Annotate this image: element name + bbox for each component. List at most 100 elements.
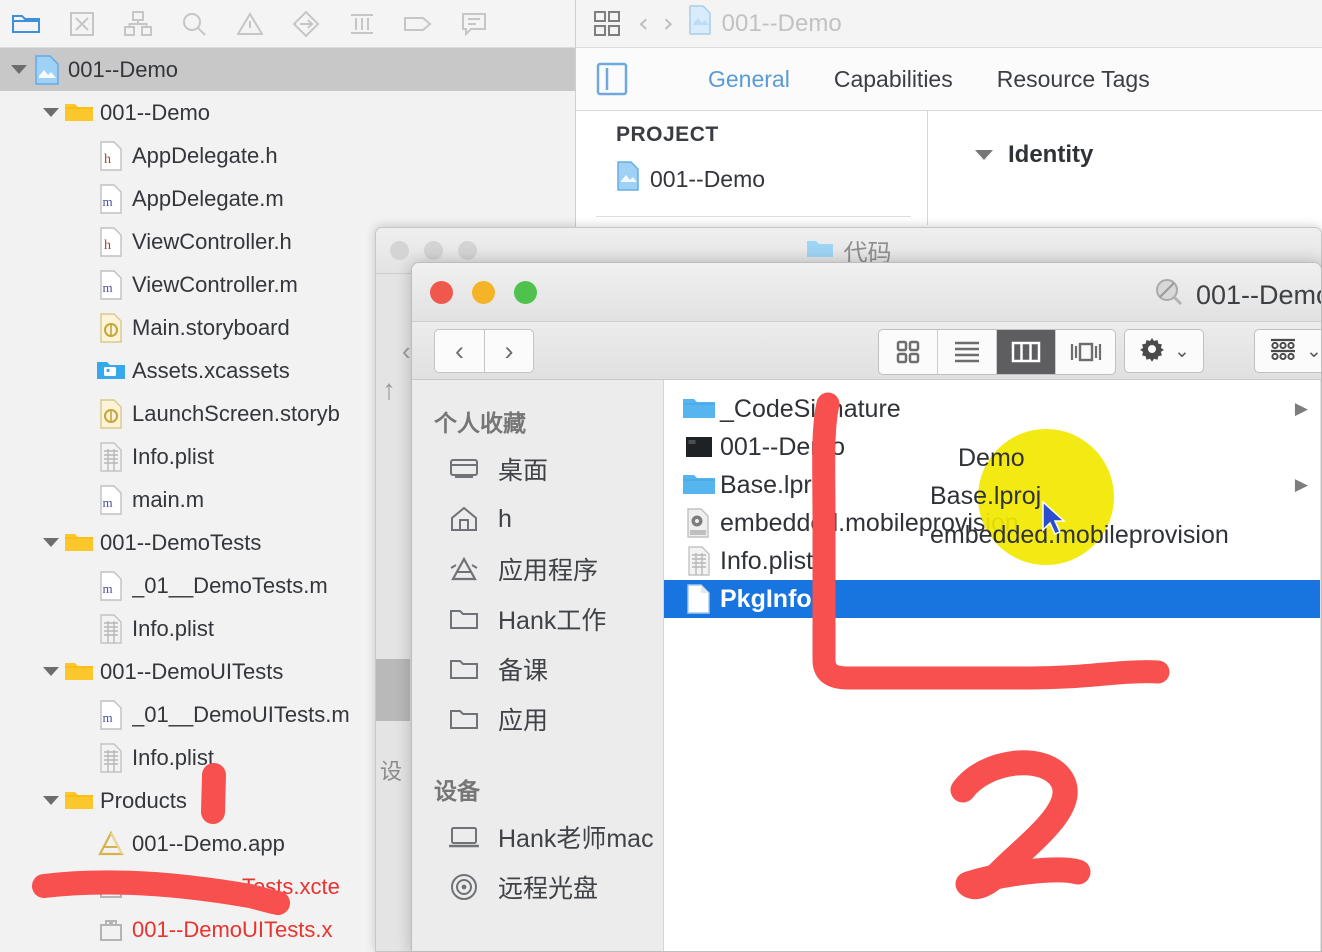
background-back-chevron[interactable]: ‹ [402,336,411,367]
background-traffic-lights[interactable] [390,241,477,260]
svg-text:m: m [103,194,113,209]
column-view-button[interactable] [997,330,1056,374]
navigator-selector-bar [0,0,575,48]
minimize-button[interactable] [472,281,495,304]
debug-navigator-icon[interactable] [344,8,380,40]
source-file-icon: m [96,699,126,730]
finder-column-view[interactable]: _CodeSignature ▶ 001--Demo Base.lproj ▶ embed… [664,380,1321,951]
svg-text:m: m [103,581,113,596]
project-navigator-icon[interactable] [8,8,44,40]
sidebar-item[interactable]: Hank工作 [412,594,663,644]
identity-section-header[interactable]: Identity [974,141,1322,169]
arrange-menu-button[interactable]: ⌄ [1254,329,1321,373]
action-menu-button[interactable]: ⌄ [1124,329,1204,373]
tree-row[interactable]: 001--Demo [0,48,575,91]
xcode-project-icon [32,54,62,85]
file-list-item[interactable]: Base.lproj ▶ [664,466,1320,504]
icon-view-button[interactable] [879,330,938,374]
sidebar-section-heading: 设备 [434,778,480,804]
traffic-lights[interactable] [430,281,537,304]
sidebar-item[interactable]: h [412,494,663,544]
find-navigator-icon[interactable] [176,8,212,40]
sidebar-item-label: 远程光盘 [498,875,599,903]
chevron-down-icon[interactable] [38,665,64,678]
tree-row-label: 001--DemoTests.xcte [132,873,340,899]
chevron-down-icon[interactable] [38,536,64,549]
test-navigator-icon[interactable] [400,8,436,40]
report-navigator-icon[interactable] [456,8,492,40]
header-file-icon: h [96,140,126,171]
source-file-icon: m [96,269,126,300]
sidebar-item[interactable]: 远程光盘 [412,862,663,912]
file-list-item[interactable]: embedded.mobileprovision [664,504,1320,542]
file-list-item[interactable]: Info.plist [664,542,1320,580]
sidebar-item-label: 应用程序 [498,557,599,585]
background-up-arrow-icon: ↑ [382,374,396,405]
project-list-item-label: 001--Demo [650,165,766,192]
sidebar-item[interactable]: 备课 [412,644,663,694]
tree-row-label: Assets.xcassets [132,357,290,383]
project-section-heading: PROJECT [616,123,719,146]
svg-text:m: m [103,710,113,725]
project-editor-toggle-icon[interactable] [590,59,634,99]
tree-row-label: _01__DemoTests.m [132,572,328,598]
tree-row[interactable]: h AppDelegate.h [0,134,575,177]
gallery-view-button[interactable] [1056,330,1115,374]
sidebar-item-label: Hank老师mac [498,825,654,853]
related-items-icon[interactable] [590,8,624,40]
tree-row[interactable]: m AppDelegate.m [0,177,575,220]
chevron-down-icon[interactable] [974,141,994,169]
header-file-icon: h [96,226,126,257]
file-list-item[interactable]: PkgInfo [664,580,1320,618]
chevron-down-icon[interactable] [38,106,64,119]
sidebar-item[interactable]: 应用程序 [412,544,663,594]
list-view-button[interactable] [938,330,997,374]
finder-window[interactable]: 001--Demo.a ‹ › [411,262,1322,952]
chevron-down-icon[interactable] [6,63,32,76]
mobileprovision-icon [678,508,720,538]
finder-nav-buttons[interactable]: ‹ › [434,329,534,373]
storyboard-icon [96,398,126,429]
file-list-item[interactable]: 001--Demo [664,428,1320,466]
issue-navigator-icon[interactable] [232,8,268,40]
editor-forward-button[interactable]: › [663,10,674,37]
source-file-icon: m [96,570,126,601]
zoom-button[interactable] [514,281,537,304]
back-button[interactable]: ‹ [434,329,484,373]
sidebar-item[interactable]: Hank老师mac [412,812,663,862]
source-file-icon: m [96,183,126,214]
breakpoint-navigator-icon[interactable] [288,8,324,40]
chevron-down-icon[interactable] [38,794,64,807]
breadcrumb[interactable]: 001--Demo [688,5,842,42]
bundle-icon [96,874,126,900]
tree-row[interactable]: 001--Demo [0,91,575,134]
editor-back-button[interactable]: ‹ [638,10,649,37]
sidebar-item-label: 应用 [498,707,549,735]
xcode-project-icon [616,161,640,197]
source-control-navigator-icon[interactable] [64,8,100,40]
plist-icon [96,441,126,472]
plist-icon [96,613,126,644]
disc-icon [446,873,482,901]
background-window-sidebar[interactable]: ‹ ↑ 设 [376,274,416,951]
sidebar-item[interactable]: 应用 [412,694,663,744]
tab-capabilities[interactable]: Capabilities [812,66,975,93]
chevron-right-icon: ▶ [1294,399,1308,418]
file-list-item-label: Base.lproj [720,470,832,499]
forward-button[interactable]: › [484,329,534,373]
file-list-item-label: 001--Demo [720,432,846,461]
close-button[interactable] [430,281,453,304]
xcassets-icon [96,359,126,383]
tab-resource-tags[interactable]: Resource Tags [975,66,1172,93]
desktop-icon [446,457,482,481]
sidebar-item[interactable]: 桌面 [412,444,663,494]
file-list-item[interactable]: _CodeSignature ▶ [664,390,1320,428]
symbol-navigator-icon[interactable] [120,8,156,40]
view-mode-segmented-control[interactable] [878,329,1116,375]
folder-outline-icon [446,707,482,731]
tab-general[interactable]: General [686,66,812,93]
project-list-item[interactable]: 001--Demo [616,161,927,197]
editor-jump-bar: ‹ › 001--Demo [576,0,1322,48]
finder-sidebar[interactable]: 个人收藏 桌面 h 应用程序 Hank工作 备课 应用 设备 Hank老师mac 远程光盘 [412,380,664,951]
applications-icon [446,556,482,582]
